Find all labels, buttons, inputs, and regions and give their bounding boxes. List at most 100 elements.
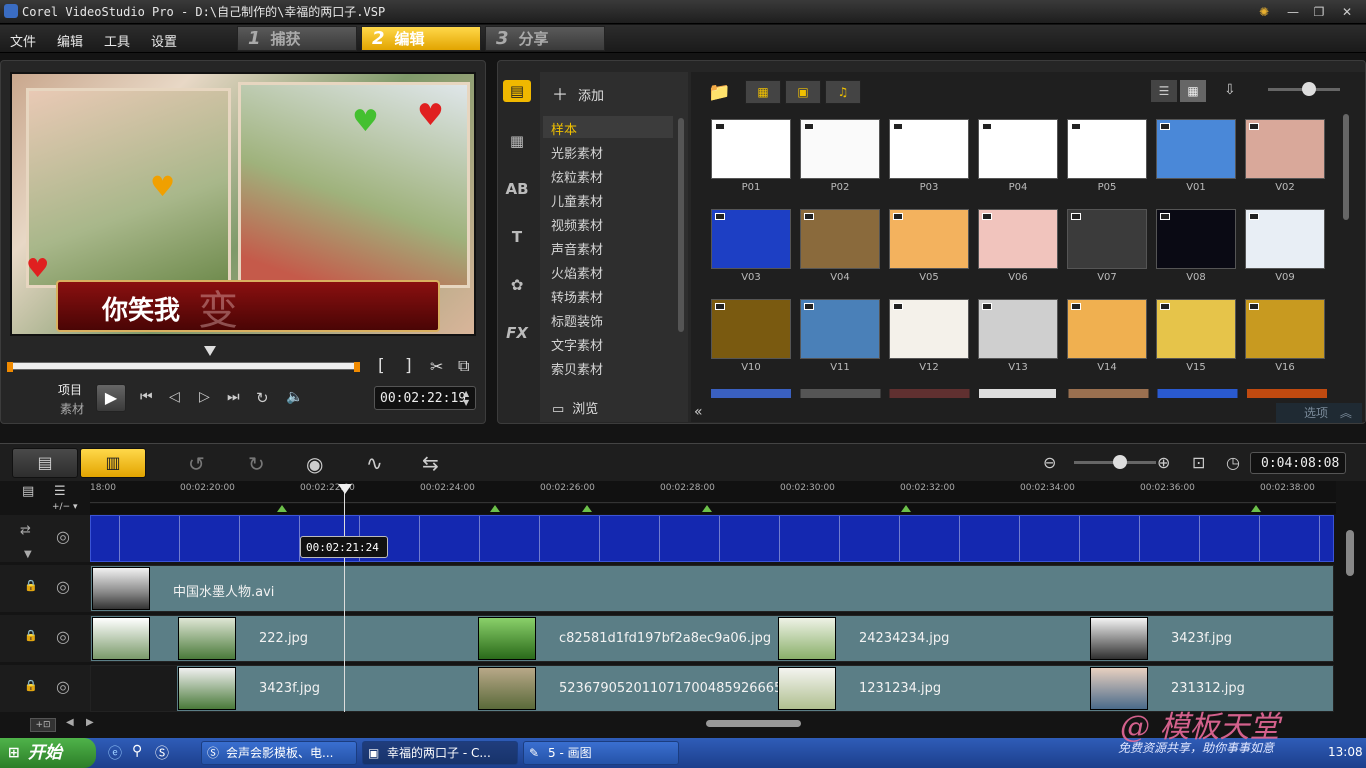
timecode-display[interactable]: 00:02:22:19 ▲ ▼ — [374, 386, 476, 410]
library-thumbnail[interactable] — [800, 209, 880, 269]
scroll-left-icon[interactable]: ◀ — [66, 717, 74, 728]
track-visibility-icon[interactable]: ◎ — [56, 577, 70, 596]
restore-button[interactable]: ❐ — [1308, 3, 1330, 21]
trim-in-marker[interactable] — [7, 362, 13, 372]
tab-share[interactable]: 3 分享 — [485, 26, 605, 51]
transition-icon[interactable]: ▦ — [503, 130, 531, 152]
category-item[interactable]: 标题装饰 — [551, 311, 603, 330]
show-audio-icon[interactable]: ♫ — [825, 80, 861, 104]
menu-file[interactable]: 文件 — [10, 31, 36, 50]
video-track[interactable] — [90, 515, 1334, 562]
menu-tools[interactable]: 工具 — [104, 31, 130, 50]
marker-icon[interactable] — [582, 505, 592, 512]
category-item[interactable]: 转场素材 — [551, 287, 603, 306]
library-thumbnail[interactable] — [1067, 299, 1147, 359]
library-thumbnail[interactable] — [978, 119, 1058, 179]
record-capture-icon[interactable]: ◉ — [306, 452, 323, 476]
category-sample[interactable]: 样本 — [551, 119, 577, 138]
library-thumbnail[interactable] — [889, 299, 969, 359]
text-icon[interactable]: T — [503, 226, 531, 248]
thumb-size-handle[interactable] — [1302, 82, 1316, 96]
menu-edit[interactable]: 编辑 — [57, 31, 83, 50]
library-thumbnail[interactable] — [889, 209, 969, 269]
lock-icon[interactable]: 🔒 — [24, 679, 38, 692]
go-end-icon[interactable]: ⏭ — [227, 389, 240, 405]
track-visibility-icon[interactable]: ◎ — [56, 677, 70, 696]
library-thumbnail[interactable] — [1245, 119, 1325, 179]
enlarge-icon[interactable]: ⧉ — [458, 356, 469, 376]
zoom-in-icon[interactable]: ⊕ — [1157, 453, 1170, 472]
lock-icon[interactable]: 🔒 — [24, 579, 38, 592]
redo-icon[interactable]: ↻ — [248, 452, 265, 476]
library-thumbnail[interactable] — [711, 299, 791, 359]
quicklaunch-app-icon[interactable]: Ⓢ — [155, 743, 169, 763]
library-thumbnail[interactable] — [1156, 299, 1236, 359]
category-item[interactable]: 文字素材 — [551, 335, 603, 354]
play-button[interactable]: ▶ — [96, 384, 126, 412]
show-video-icon[interactable]: ▦ — [745, 80, 781, 104]
prev-frame-icon[interactable]: ◁ — [169, 389, 180, 405]
title-ab-icon[interactable]: AB — [503, 178, 531, 200]
category-scrollbar[interactable] — [678, 118, 684, 332]
next-frame-icon[interactable]: ▷ — [199, 389, 210, 405]
scroll-right-icon[interactable]: ▶ — [86, 717, 94, 728]
volume-icon[interactable]: 🔈 — [286, 389, 303, 405]
task-browser[interactable]: Ⓢ 会声会影模板、电... — [201, 741, 357, 765]
close-button[interactable]: ✕ — [1336, 3, 1358, 21]
task-videostudio[interactable]: ▣ 幸福的两口子 - C... — [362, 741, 518, 765]
tab-capture[interactable]: 1 捕获 — [237, 26, 357, 51]
sort-icon[interactable]: ⇩ — [1224, 82, 1236, 98]
marker-icon[interactable] — [1251, 505, 1261, 512]
storyboard-view-button[interactable]: ▤ — [12, 448, 78, 478]
library-thumbnail[interactable] — [978, 299, 1058, 359]
marker-icon[interactable] — [901, 505, 911, 512]
category-item[interactable]: 儿童素材 — [551, 191, 603, 210]
category-item[interactable]: 声音素材 — [551, 239, 603, 258]
track-manager-icon[interactable]: ▤ — [22, 484, 34, 499]
show-photo-icon[interactable]: ▣ — [785, 80, 821, 104]
library-thumbnail[interactable] — [711, 119, 791, 179]
timeline-ruler[interactable]: 18:00 00:02:20:00 00:02:22:00 00:02:24:0… — [90, 481, 1336, 503]
library-thumbnail[interactable] — [1245, 299, 1325, 359]
library-thumbnail[interactable] — [1067, 119, 1147, 179]
mode-project-label[interactable]: 项目 — [58, 381, 82, 398]
tab-edit[interactable]: 2 编辑 — [361, 26, 481, 51]
scrub-bar[interactable] — [7, 362, 360, 372]
zoom-slider-handle[interactable] — [1113, 455, 1127, 469]
marker-icon[interactable] — [277, 505, 287, 512]
minimize-button[interactable]: — — [1282, 3, 1304, 21]
library-thumbnail[interactable] — [800, 119, 880, 179]
mark-out-button[interactable]: ] — [405, 356, 412, 376]
marker-icon[interactable] — [490, 505, 500, 512]
mark-in-button[interactable]: [ — [378, 356, 385, 376]
quicklaunch-search-icon[interactable]: ⚲ — [132, 743, 142, 759]
chapter-icon[interactable]: ☰ — [54, 484, 66, 499]
mode-clip-label[interactable]: 素材 — [60, 400, 84, 417]
go-start-icon[interactable]: ⏮ — [140, 389, 153, 405]
browse-button[interactable]: ▭ 浏览 — [552, 398, 598, 417]
add-remove-marker-icon[interactable]: +/− ▾ — [52, 502, 78, 512]
start-button[interactable]: ⊞ 开始 — [0, 738, 96, 768]
timeline-hscroll[interactable] — [706, 720, 801, 727]
audio-mixer-icon[interactable]: ∿ — [366, 451, 383, 475]
auto-music-icon[interactable]: ⇆ — [422, 451, 439, 475]
zoom-out-icon[interactable]: ⊖ — [1043, 453, 1056, 472]
overlay-track-2[interactable]: 222.jpg c82581d1fd197bf2a8ec9a06.jpg 242… — [90, 615, 1334, 662]
collapse-left-icon[interactable]: « — [694, 404, 703, 420]
trim-out-marker[interactable] — [354, 362, 360, 372]
timecode-spin-icon[interactable]: ▲ ▼ — [463, 389, 469, 407]
options-button[interactable]: 选项 ︽ — [1276, 403, 1362, 423]
lock-icon[interactable]: 🔒 — [24, 629, 38, 642]
category-item[interactable]: 火焰素材 — [551, 263, 603, 282]
library-thumbnail[interactable] — [1067, 209, 1147, 269]
playhead-line[interactable] — [344, 484, 345, 712]
folder-icon[interactable]: 📁 — [708, 82, 730, 103]
media-library-icon[interactable]: ▤ — [503, 80, 531, 102]
track-expand-icon[interactable]: ▼ — [24, 549, 32, 560]
category-item[interactable]: 光影素材 — [551, 143, 603, 162]
playhead-handle[interactable] — [338, 484, 352, 494]
category-item[interactable]: 索贝素材 — [551, 359, 603, 378]
menu-settings[interactable]: 设置 — [151, 31, 177, 50]
fx-icon[interactable]: FX — [503, 322, 531, 344]
media-scrollbar[interactable] — [1343, 114, 1349, 220]
